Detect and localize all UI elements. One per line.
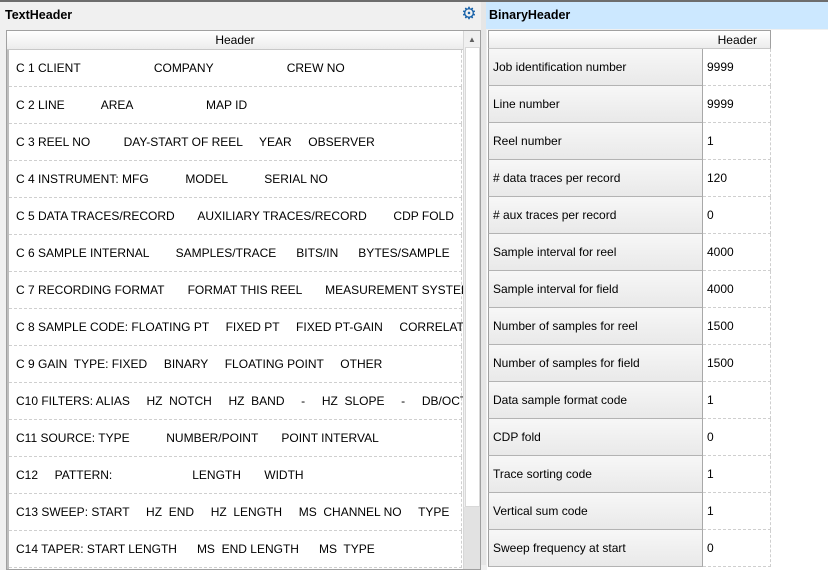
binary-header-row: Number of samples for field 1500 bbox=[488, 345, 828, 382]
binary-header-row: Trace sorting code 1 bbox=[488, 456, 828, 493]
binary-header-row: # data traces per record 120 bbox=[488, 160, 828, 197]
row-header-label[interactable]: CDP fold bbox=[488, 419, 703, 456]
text-header-row[interactable]: C 8 SAMPLE CODE: FLOATING PT FIXED PT FI… bbox=[9, 309, 480, 346]
binary-header-row: Job identification number 9999 bbox=[488, 49, 828, 86]
text-header-row[interactable]: C13 SWEEP: START HZ END HZ LENGTH MS CHA… bbox=[9, 494, 462, 531]
row-value-cell[interactable]: 9999 bbox=[703, 49, 771, 86]
row-header-label[interactable]: Trace sorting code bbox=[488, 456, 703, 493]
binary-header-row: Number of samples for reel 1500 bbox=[488, 308, 828, 345]
text-header-row[interactable]: C 9 GAIN TYPE: FIXED BINARY FLOATING POI… bbox=[9, 346, 462, 383]
binary-header-table: Header Job identification number 9999 Line… bbox=[487, 30, 828, 570]
row-header-label[interactable]: Sweep frequency at start bbox=[488, 530, 703, 567]
row-header-label[interactable]: Number of samples for reel bbox=[488, 308, 703, 345]
text-header-row[interactable]: C 7 RECORDING FORMAT FORMAT THIS REEL ME… bbox=[9, 272, 471, 309]
text-header-row[interactable]: C 2 LINE AREA MAP ID bbox=[9, 87, 462, 124]
binary-header-row: CDP fold 0 bbox=[488, 419, 828, 456]
row-header-label[interactable]: Reel number bbox=[488, 123, 703, 160]
binary-header-row: # aux traces per record 0 bbox=[488, 197, 828, 234]
text-header-row[interactable]: C12 PATTERN: LENGTH WIDTH bbox=[9, 457, 462, 494]
binary-header-panel-title: BinaryHeader bbox=[486, 2, 828, 29]
row-header-label[interactable]: # aux traces per record bbox=[488, 197, 703, 234]
text-header-row[interactable]: C 3 REEL NO DAY-START OF REEL YEAR OBSER… bbox=[9, 124, 462, 161]
text-header-row[interactable]: C14 TAPER: START LENGTH MS END LENGTH MS… bbox=[9, 531, 462, 568]
row-value-cell[interactable]: 120 bbox=[703, 160, 771, 197]
row-header-label[interactable]: Line number bbox=[488, 86, 703, 123]
scroll-up-arrow-icon[interactable]: ▲ bbox=[464, 31, 480, 48]
text-header-column-header[interactable]: Header bbox=[7, 31, 463, 50]
binary-header-row: Sweep frequency at start 0 bbox=[488, 530, 828, 567]
text-header-row[interactable]: C 6 SAMPLE INTERNAL SAMPLES/TRACE BITS/I… bbox=[9, 235, 462, 272]
row-value-cell[interactable]: 0 bbox=[703, 419, 771, 456]
row-header-label[interactable]: Vertical sum code bbox=[488, 493, 703, 530]
text-header-row[interactable]: C 5 DATA TRACES/RECORD AUXILIARY TRACES/… bbox=[9, 198, 462, 235]
row-value-cell[interactable]: 1500 bbox=[703, 308, 771, 345]
binary-header-row: Sample interval for field 4000 bbox=[488, 271, 828, 308]
text-header-panel-title: TextHeader bbox=[5, 8, 73, 22]
row-value-cell[interactable]: 1 bbox=[703, 493, 771, 530]
row-value-cell[interactable]: 0 bbox=[703, 530, 771, 567]
text-header-table: Header C 1 CLIENT COMPANY CREW NO C 2 LIN… bbox=[6, 30, 481, 570]
gear-icon[interactable]: ⚙ bbox=[460, 5, 478, 23]
row-header-label[interactable]: Job identification number bbox=[488, 49, 703, 86]
row-value-cell[interactable]: 9999 bbox=[703, 86, 771, 123]
binary-header-row: Line number 9999 bbox=[488, 86, 828, 123]
row-value-cell[interactable]: 4000 bbox=[703, 234, 771, 271]
scrollbar-thumb[interactable] bbox=[465, 47, 480, 507]
row-value-cell[interactable]: 1500 bbox=[703, 345, 771, 382]
row-header-label[interactable]: Sample interval for field bbox=[488, 271, 703, 308]
row-value-cell[interactable]: 1 bbox=[703, 382, 771, 419]
row-value-cell[interactable]: 0 bbox=[703, 197, 771, 234]
binary-header-rows: Job identification number 9999 Line number… bbox=[487, 49, 828, 567]
text-header-row[interactable]: C10 FILTERS: ALIAS HZ NOTCH HZ BAND - HZ… bbox=[9, 383, 467, 420]
row-header-label[interactable]: Number of samples for field bbox=[488, 345, 703, 382]
row-header-label[interactable]: Data sample format code bbox=[488, 382, 703, 419]
binary-header-row: Data sample format code 1 bbox=[488, 382, 828, 419]
text-header-row[interactable]: C 1 CLIENT COMPANY CREW NO bbox=[9, 50, 462, 87]
text-header-rows: C 1 CLIENT COMPANY CREW NO C 2 LINE AREA … bbox=[7, 50, 480, 569]
panel-splitter[interactable] bbox=[481, 2, 486, 565]
row-value-cell[interactable]: 4000 bbox=[703, 271, 771, 308]
vertical-scrollbar[interactable]: ▲ bbox=[463, 31, 480, 569]
binary-header-row: Reel number 1 bbox=[488, 123, 828, 160]
row-header-label[interactable]: Sample interval for reel bbox=[488, 234, 703, 271]
scrollbar-track[interactable] bbox=[464, 507, 480, 569]
row-header-label[interactable]: # data traces per record bbox=[488, 160, 703, 197]
binary-header-row: Sample interval for reel 4000 bbox=[488, 234, 828, 271]
binary-header-row: Vertical sum code 1 bbox=[488, 493, 828, 530]
row-value-cell[interactable]: 1 bbox=[703, 456, 771, 493]
binary-header-column-header[interactable]: Header bbox=[488, 30, 771, 49]
row-value-cell[interactable]: 1 bbox=[703, 123, 771, 160]
text-header-row[interactable]: C11 SOURCE: TYPE NUMBER/POINT POINT INTE… bbox=[9, 420, 462, 457]
text-header-row[interactable]: C 4 INSTRUMENT: MFG MODEL SERIAL NO bbox=[9, 161, 462, 198]
